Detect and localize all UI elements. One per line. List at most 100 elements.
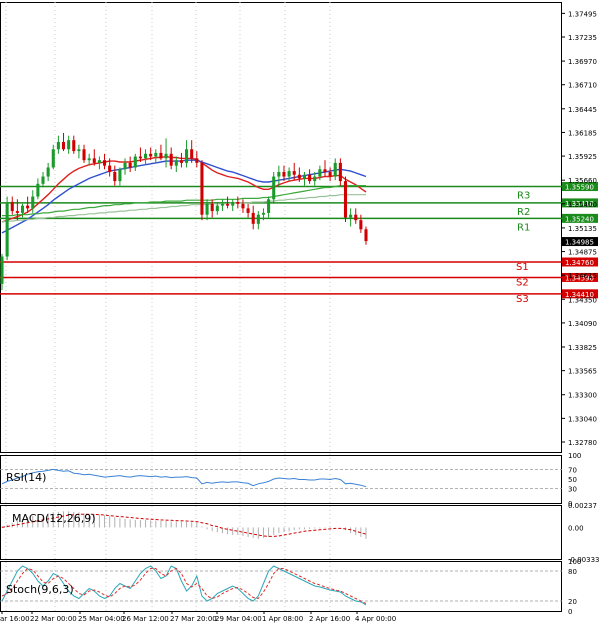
candle-body xyxy=(190,149,194,159)
candle-body xyxy=(164,153,168,159)
stoch-tick-label: 100 xyxy=(568,558,581,566)
price-tick-label: 1.37235 xyxy=(568,34,597,42)
price-tick-label: 1.33565 xyxy=(568,368,597,376)
time-tick-label: 22 Mar 00:00 xyxy=(30,615,77,623)
candle-body xyxy=(169,153,173,166)
candle-body xyxy=(108,165,112,172)
candle-body xyxy=(354,214,358,221)
candle-body xyxy=(359,220,363,230)
candle-body xyxy=(92,158,96,163)
candle-body xyxy=(0,256,4,284)
candle-body xyxy=(174,160,178,166)
candle-body xyxy=(72,140,76,152)
candle-body xyxy=(149,153,153,157)
candle-body xyxy=(31,196,35,209)
time-tick-label: 25 Mar 04:00 xyxy=(78,615,125,623)
price-tick-label: 1.37495 xyxy=(568,10,597,18)
candle-body xyxy=(36,183,40,197)
price-tick-label: 1.35660 xyxy=(568,177,597,185)
candle-body xyxy=(10,202,14,212)
price-tick-label: 1.35135 xyxy=(568,225,597,233)
candle-body xyxy=(282,172,286,177)
macd-title: MACD(12,26,9) xyxy=(12,512,96,525)
stoch-tick-label: 20 xyxy=(568,598,577,606)
candle-body xyxy=(41,176,45,184)
candle-body xyxy=(308,174,312,182)
candle-body xyxy=(231,202,235,206)
candle-body xyxy=(185,149,189,163)
candle-body xyxy=(77,149,81,152)
price-tick-label: 1.33300 xyxy=(568,392,597,400)
candle-body xyxy=(297,174,301,179)
candle-body xyxy=(205,203,209,215)
candle-body xyxy=(56,142,60,150)
price-tick-label: 1.36185 xyxy=(568,129,597,137)
candle-body xyxy=(179,160,183,163)
time-tick-label: 29 Mar 04:00 xyxy=(215,615,262,623)
candle-body xyxy=(277,172,281,177)
candle-body xyxy=(133,156,137,168)
forex-chart: R31.35590R21.35410R11.35240S1 1.34760S2 1.… xyxy=(0,0,600,626)
price-tick-label: 1.34615 xyxy=(568,272,597,280)
level-name-r3: R3 xyxy=(517,191,530,202)
candle-body xyxy=(302,174,307,179)
candle-body xyxy=(159,152,163,159)
candle-body xyxy=(292,171,296,175)
candle-body xyxy=(251,212,255,224)
candle-body xyxy=(26,205,30,209)
candle-body xyxy=(236,202,240,204)
level-name-r2: R2 xyxy=(517,207,530,218)
candle-body xyxy=(113,172,117,182)
candle-body xyxy=(287,171,291,177)
time-tick-label: ar 16:00 xyxy=(0,615,30,623)
price-tick-label: 1.36445 xyxy=(568,106,597,114)
candle-body xyxy=(256,214,260,224)
rsi-tick-label: 30 xyxy=(568,486,577,494)
time-tick-label: 1 Apr 08:00 xyxy=(262,615,303,623)
level-name-r1: R1 xyxy=(517,222,530,233)
candle-body xyxy=(154,152,158,157)
macd-tick-label: 0.00237 xyxy=(568,502,597,510)
candle-body xyxy=(272,176,276,200)
price-tick-label: 1.36970 xyxy=(568,58,597,66)
candle-body xyxy=(51,149,55,168)
candle-body xyxy=(343,181,348,218)
time-tick-label: 27 Mar 20:00 xyxy=(170,615,217,623)
candle-body xyxy=(338,162,342,182)
time-tick-label: 4 Apr 00:00 xyxy=(355,615,396,623)
candle-body xyxy=(364,229,368,242)
level-name-s2: S2 xyxy=(516,277,529,288)
candle-body xyxy=(246,208,250,213)
price-tick-label: 1.36710 xyxy=(568,82,597,90)
price-tick-label: 1.35400 xyxy=(568,201,597,209)
candle-body xyxy=(138,156,142,159)
macd-tick-label: 0.00 xyxy=(568,524,584,532)
candle-body xyxy=(313,176,317,182)
price-tick-label: 1.33040 xyxy=(568,415,597,423)
candle-body xyxy=(333,162,337,177)
candle-body xyxy=(210,203,214,212)
candle-body xyxy=(200,162,204,215)
price-tick-label: 1.35925 xyxy=(568,153,597,161)
level-price-label: 1.35240 xyxy=(565,215,594,223)
candle-body xyxy=(144,153,148,159)
candle-body xyxy=(82,149,86,161)
candle-body xyxy=(61,142,66,150)
candle-body xyxy=(87,158,91,161)
time-tick-label: 2 Apr 16:00 xyxy=(309,615,350,623)
candle-body xyxy=(15,211,19,213)
candle-body xyxy=(195,158,199,163)
candle-body xyxy=(128,162,132,168)
rsi-tick-label: 50 xyxy=(568,476,577,484)
price-tick-label: 1.33825 xyxy=(568,344,597,352)
candle-body xyxy=(241,203,245,209)
level-name-s3: S3 xyxy=(516,294,529,305)
candle-body xyxy=(226,203,230,206)
price-tick-label: 1.34350 xyxy=(568,296,597,304)
current-price-label: 1.34985 xyxy=(565,239,594,247)
candle-body xyxy=(20,205,25,213)
level-name-s1: S1 xyxy=(516,262,529,273)
candle-body xyxy=(318,169,322,177)
candle-body xyxy=(118,169,122,182)
candle-body xyxy=(123,162,127,170)
